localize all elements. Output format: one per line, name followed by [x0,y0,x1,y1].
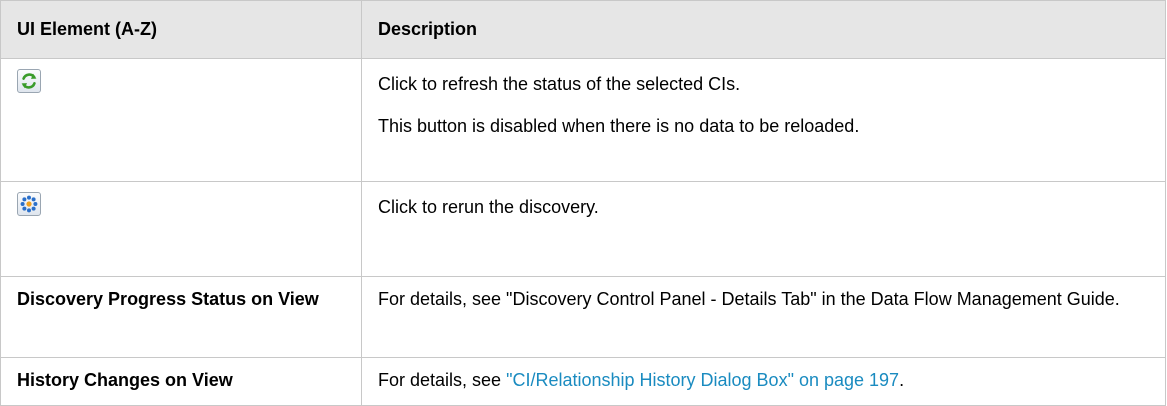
description-text: Click to refresh the status of the selec… [378,74,741,94]
description-cell: Click to refresh the status of the selec… [361,58,1166,182]
description-text: Click to rerun the discovery. [378,197,599,217]
description-cell: For details, see "Discovery Control Pane… [361,276,1166,358]
header-ui-element: UI Element (A-Z) [0,0,362,59]
header-description: Description [361,0,1166,59]
table-row: Click to refresh the status of the selec… [0,58,1166,182]
table-row: Click to rerun the discovery. [0,181,1166,277]
history-dialog-link[interactable]: "CI/Relationship History Dialog Box" on … [506,370,899,390]
description-text: For details, see "CI/Relationship Histor… [378,367,1149,393]
refresh-icon[interactable] [17,69,41,93]
description-cell: Click to rerun the discovery. [361,181,1166,277]
table-row: History Changes on View For details, see… [0,357,1166,406]
description-text: This button is disabled when there is no… [378,116,860,136]
table-header-row: UI Element (A-Z) Description [0,0,1166,59]
ui-element-cell [0,58,362,182]
description-text: For details, see "Discovery Control Pane… [378,289,1120,309]
description-cell: For details, see "CI/Relationship Histor… [361,357,1166,406]
table-row: Discovery Progress Status on View For de… [0,276,1166,358]
ui-element-cell: Discovery Progress Status on View [0,276,362,358]
ui-element-cell [0,181,362,277]
rerun-discovery-icon[interactable] [17,192,41,216]
ui-element-label: Discovery Progress Status on View [17,289,319,309]
ui-element-cell: History Changes on View [0,357,362,406]
description-prefix: For details, see [378,370,507,390]
description-suffix: . [899,370,905,390]
ui-element-label: History Changes on View [17,370,233,390]
ui-elements-table: UI Element (A-Z) Description Click to re… [0,0,1166,406]
